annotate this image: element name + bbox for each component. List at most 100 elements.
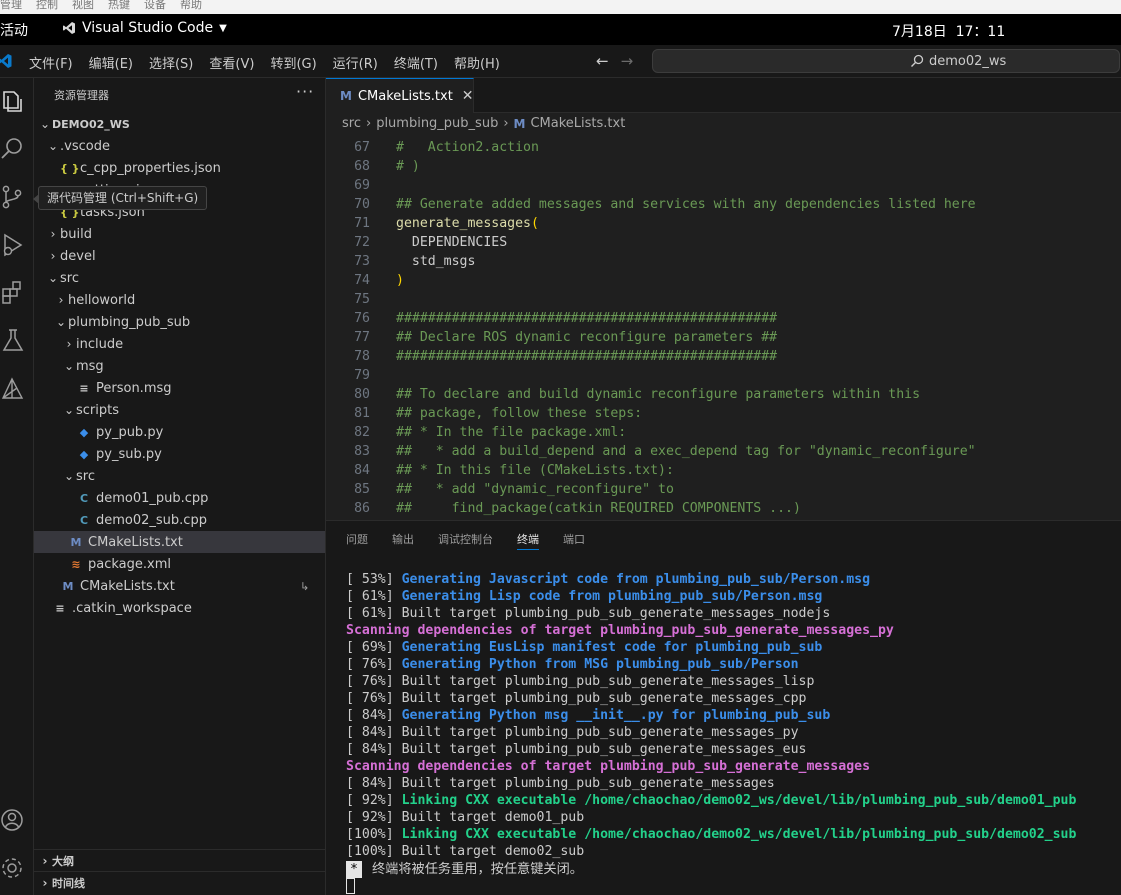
code-line: 69 <box>326 176 1121 195</box>
vm-menu-item[interactable]: 热键 <box>108 0 130 14</box>
terminal-text: Built target plumbing_pub_sub_generate_m… <box>401 725 799 740</box>
vm-menu-item[interactable]: 视图 <box>72 0 94 14</box>
line-text: ## To declare and build dynamic reconfig… <box>396 387 921 402</box>
manage-gear-icon[interactable] <box>0 855 26 881</box>
forward-arrow-icon[interactable]: → <box>621 52 634 70</box>
menu-run[interactable]: 运行(R) <box>333 53 378 72</box>
menu-edit[interactable]: 编辑(E) <box>89 53 133 72</box>
explorer-item[interactable]: ⌄ msg <box>34 355 325 377</box>
explorer-item-label: src <box>76 468 95 484</box>
back-arrow-icon[interactable]: ← <box>596 52 609 70</box>
explorer-item-label: c_cpp_properties.json <box>80 160 221 176</box>
tab-debug-console[interactable]: 调试控制台 <box>438 531 493 551</box>
vm-menu-item[interactable]: 控制 <box>36 0 58 14</box>
menu-selection[interactable]: 选择(S) <box>149 53 193 72</box>
explorer-item[interactable]: Cdemo01_pub.cpp <box>34 487 325 509</box>
tab-terminal[interactable]: 终端 <box>517 531 539 551</box>
chevron-right-icon: › <box>50 227 56 241</box>
breadcrumb-item[interactable]: src <box>342 116 361 131</box>
code-line: 81 ## package, follow these steps: <box>326 404 1121 423</box>
extensions-icon[interactable] <box>0 280 26 306</box>
terminal-line: [ 53%] Generating Javascript code from p… <box>346 571 1116 588</box>
explorer-item[interactable]: ≡ .catkin_workspace <box>34 597 325 619</box>
code-line: 72 DEPENDENCIES <box>326 233 1121 252</box>
explorer-item[interactable]: ⌄ src <box>34 465 325 487</box>
editor-tab-cmakelists[interactable]: M CMakeLists.txt ✕ <box>326 78 474 113</box>
terminal-progress: [100%] <box>346 844 402 859</box>
explorer-item[interactable]: ≡ Person.msg <box>34 377 325 399</box>
explorer-icon[interactable] <box>0 88 26 114</box>
menu-view[interactable]: 查看(V) <box>209 53 254 72</box>
tab-problems[interactable]: 问题 <box>346 531 368 551</box>
terminal-output[interactable]: [ 53%] Generating Javascript code from p… <box>346 571 1116 895</box>
vm-menu-item[interactable]: 帮助 <box>180 0 202 14</box>
terminal-line: [100%] Linking CXX executable /home/chao… <box>346 826 1116 843</box>
app-menu[interactable]: Visual Studio Code ▼ <box>62 20 227 36</box>
activity-bar <box>0 78 34 895</box>
chevron-right-icon: › <box>58 293 64 307</box>
account-icon[interactable] <box>0 807 26 833</box>
clock[interactable]: 7月18日 17：11 <box>892 21 1005 41</box>
workspace-root[interactable]: ⌄ DEMO02_WS <box>34 113 325 135</box>
explorer-item[interactable]: › include <box>34 333 325 355</box>
cpp-file-icon: C <box>79 491 89 505</box>
symlink-badge: ↳ <box>300 579 310 593</box>
terminal-text: Generating Python from MSG plumbing_pub_… <box>401 657 799 672</box>
explorer-item[interactable]: M CMakeLists.txt <box>34 531 325 553</box>
breadcrumb-item[interactable]: plumbing_pub_sub <box>376 116 498 131</box>
close-icon[interactable]: ✕ <box>462 88 474 104</box>
menu-help[interactable]: 帮助(H) <box>454 53 500 72</box>
terminal-text: Generating Python msg __init__.py for pl… <box>401 708 831 723</box>
more-actions-icon[interactable]: ··· <box>296 82 314 101</box>
explorer-item[interactable]: › build <box>34 223 325 245</box>
testing-icon[interactable] <box>0 328 26 354</box>
run-debug-icon[interactable] <box>0 232 26 258</box>
tab-ports[interactable]: 端口 <box>563 531 585 551</box>
vm-menu-item[interactable]: 设备 <box>144 0 166 14</box>
terminal-progress: [100%] <box>346 827 402 842</box>
code-line: 74) <box>326 271 1121 290</box>
menu-file[interactable]: 文件(F) <box>29 53 73 72</box>
search-icon[interactable] <box>0 136 26 162</box>
explorer-item[interactable]: › devel <box>34 245 325 267</box>
terminal-progress: [ 92%] <box>346 793 402 808</box>
activities-button[interactable]: 活动 <box>0 20 28 40</box>
explorer-item[interactable]: ⌄ scripts <box>34 399 325 421</box>
explorer-item[interactable]: M CMakeLists.txt ↳ <box>34 575 325 597</box>
explorer-item[interactable]: ⌄ src <box>34 267 325 289</box>
chevron-right-icon: › <box>42 875 48 890</box>
ros-icon[interactable] <box>0 376 26 402</box>
code-line: 73 std_msgs <box>326 252 1121 271</box>
terminal-text: Built target plumbing_pub_sub_generate_m… <box>401 674 815 689</box>
vm-menu-item[interactable]: 管理 <box>0 0 22 14</box>
source-control-icon[interactable] <box>0 184 26 210</box>
command-center-search[interactable]: demo02_ws <box>652 49 1120 73</box>
tab-output[interactable]: 输出 <box>392 531 414 551</box>
explorer-item[interactable]: ≋ package.xml <box>34 553 325 575</box>
explorer-item[interactable]: { } c_cpp_properties.json <box>34 157 325 179</box>
line-text: ## Declare ROS dynamic reconfigure param… <box>396 330 778 345</box>
cmake-file-icon: M <box>340 89 352 103</box>
code-line: 80 ## To declare and build dynamic reconf… <box>326 385 1121 404</box>
explorer-item[interactable]: ⌄ plumbing_pub_sub <box>34 311 325 333</box>
outline-section[interactable]: › 大纲 <box>34 849 325 871</box>
explorer-item[interactable]: ◆ py_sub.py <box>34 443 325 465</box>
explorer-item[interactable]: Cdemo02_sub.cpp <box>34 509 325 531</box>
menu-terminal[interactable]: 终端(T) <box>394 53 438 72</box>
menu-go[interactable]: 转到(G) <box>270 53 316 72</box>
code-editor[interactable]: 67 # Action2.action 68 # ) 69 70 ## Generate a… <box>326 138 1121 519</box>
chevron-down-icon: ▼ <box>219 22 227 34</box>
explorer-item[interactable]: › helloworld <box>34 289 325 311</box>
line-number: 85 <box>354 482 370 497</box>
code-line: 86 ## find_package(catkin REQUIRED COMPON… <box>326 499 1121 518</box>
search-icon <box>911 54 924 67</box>
vscode-title-bar: 文件(F) 编辑(E) 选择(S) 查看(V) 转到(G) 运行(R) 终端(T… <box>0 45 1121 78</box>
explorer-item[interactable]: ◆ py_pub.py <box>34 421 325 443</box>
terminal-progress: [ 92%] <box>346 810 402 825</box>
timeline-section[interactable]: › 时间线 <box>34 871 325 893</box>
explorer-item[interactable]: ⌄ .vscode <box>34 135 325 157</box>
chevron-right-icon: › <box>503 116 509 131</box>
line-text: # ) <box>396 159 420 174</box>
terminal-line: [ 84%] Built target plumbing_pub_sub_gen… <box>346 775 1116 792</box>
breadcrumb-item[interactable]: CMakeLists.txt <box>530 116 625 131</box>
